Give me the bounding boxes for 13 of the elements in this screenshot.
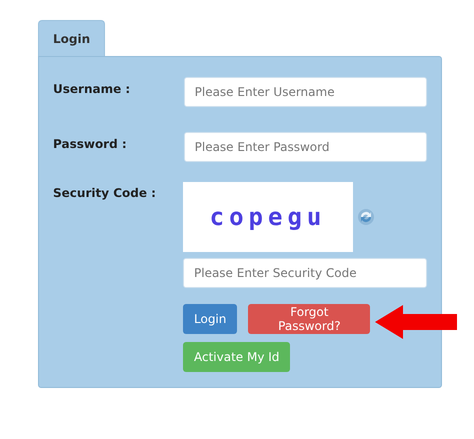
login-button[interactable]: Login [183, 304, 238, 334]
refresh-icon[interactable] [357, 208, 375, 226]
field-label: Password : [53, 136, 128, 151]
input-field[interactable]: Please Enter Username [184, 77, 427, 107]
arrow-icon [375, 305, 457, 339]
login-tab[interactable]: Login [38, 20, 106, 56]
activate-button[interactable]: Activate My Id [183, 342, 290, 372]
input-field[interactable]: Please Enter Security Code [183, 258, 427, 288]
input-field[interactable]: Please Enter Password [184, 132, 427, 162]
field-label: Security Code : [53, 185, 157, 200]
field-label: Username : [53, 81, 132, 96]
forgot-password-button[interactable]: Forgot Password? [248, 304, 370, 334]
captcha-image: copegu [183, 182, 353, 252]
